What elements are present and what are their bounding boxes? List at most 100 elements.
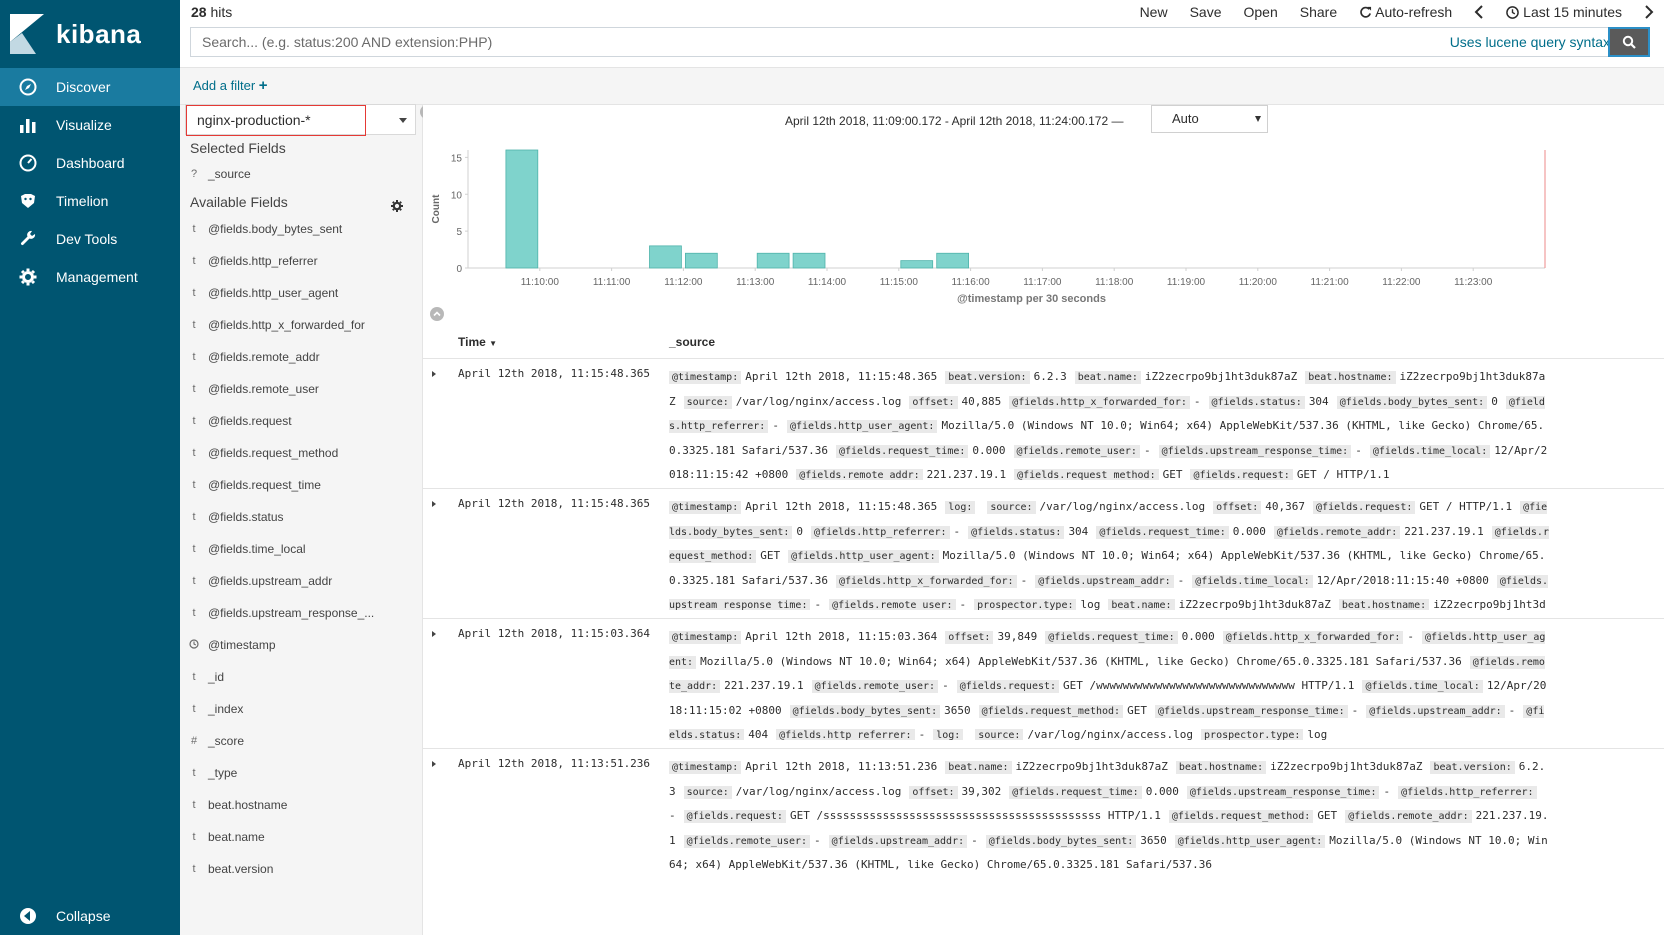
field-item[interactable]: t @fields.request [180,405,420,437]
share-button[interactable]: Share [1300,4,1337,20]
field-item[interactable]: t @fields.upstream_addr [180,565,420,597]
source-field-key: prospector.type: [974,599,1077,610]
source-field-key: @fields.remote_user: [1013,444,1140,458]
field-item[interactable]: t _index [180,693,420,725]
source-field-value: GET [1317,809,1338,822]
expand-row-icon[interactable] [432,501,436,507]
field-item[interactable]: @timestamp [180,629,420,661]
top-nav-menu: New Save Open Share Auto-refresh Last 15… [1118,4,1654,20]
table-row: April 12th 2018, 11:15:48.365 @timestamp:… [423,488,1664,618]
field-item[interactable]: t beat.name [180,821,420,853]
source-field-value: iZ2zecrpo9bj1ht3duk87aZ [1178,598,1331,610]
index-pattern-select[interactable]: nginx-production-* [185,104,416,136]
field-item[interactable]: t @fields.request_method [180,437,420,469]
collapse-chart-button[interactable] [430,307,444,321]
source-field-key: beat.hostname: [1175,761,1267,774]
time-picker-button[interactable]: Last 15 minutes [1506,4,1622,20]
time-column-header[interactable]: Time ▼ [458,335,497,349]
x-tick-label: 11:17:00 [1023,277,1062,288]
source-field-value: GET / HTTP/1.1 [1296,468,1390,480]
source-field-value: Mozilla/5.0 (Windows NT 10.0; Win64; x64… [700,654,1462,668]
field-item[interactable]: t @fields.time_local [180,533,420,565]
nav-item-timelion[interactable]: Timelion [0,182,180,220]
field-name: _type [208,766,238,780]
save-button[interactable]: Save [1190,4,1222,20]
row-source: @timestamp: April 12th 2018, 11:15:48.365… [669,495,1549,610]
source-field-value: - [953,524,961,538]
nav-item-management[interactable]: Management [0,258,180,296]
nav-item-discover[interactable]: Discover [0,68,180,106]
source-field-value: - [1351,703,1359,717]
x-tick-label: 11:14:00 [808,277,847,288]
source-field-value: April 12th 2018, 11:15:03.364 [745,630,938,643]
kibana-logo[interactable]: kibana [0,0,180,68]
source-field-key: @fields.upstream_addr: [1366,704,1505,718]
search-button[interactable] [1608,27,1650,57]
field-item[interactable]: t @fields.remote_user [180,373,420,405]
auto-refresh-button[interactable]: Auto-refresh [1359,4,1452,20]
open-button[interactable]: Open [1244,4,1278,20]
new-button[interactable]: New [1140,4,1168,20]
histogram-bar [936,252,970,269]
source-field-value: - [971,833,978,847]
wrench-icon [18,229,38,249]
field-item[interactable]: t _type [180,757,420,789]
nav-item-visualize[interactable]: Visualize [0,106,180,144]
time-back-button[interactable] [1474,4,1484,20]
field-type-icon: t [192,831,196,843]
source-field-value: GET /sssssssssssssssssssssssssssssssssss… [789,809,1161,822]
expand-row-icon[interactable] [432,371,436,377]
x-tick-label: 11:20:00 [1239,277,1278,288]
row-source: @timestamp: April 12th 2018, 11:13:51.236… [669,755,1549,870]
source-field-key: @fields.request: [683,810,786,823]
expand-row-icon[interactable] [432,631,436,637]
chevron-right-icon [1645,5,1654,19]
field-item[interactable]: t @fields.remote_addr [180,341,420,373]
field-item[interactable]: # _score [180,725,420,757]
source-field-key: @fields.http_x_forwarded_for: [1222,631,1404,644]
expand-row-icon[interactable] [432,761,436,767]
field-item[interactable]: t @fields.upstream_response_... [180,597,420,629]
time-forward-button[interactable] [1644,4,1654,20]
source-field-value: April 12th 2018, 11:15:48.365 [745,370,938,383]
source-field-key: @fields.request_time: [1096,525,1229,539]
histogram-bar [684,252,718,269]
search-input[interactable] [191,28,1450,56]
interval-select[interactable]: Auto [1151,105,1268,133]
field-item[interactable]: t @fields.http_user_agent [180,277,420,309]
source-field-value: GET [1162,468,1183,480]
source-field-key: @fields.http_x_forwarded_for: [835,574,1017,588]
lucene-syntax-link[interactable]: Uses lucene query syntax [1450,34,1621,50]
source-field-key: @fields.http_referrer: [811,525,950,539]
gear-icon [391,200,403,212]
source-field-value: 221.237.19.1 [926,468,1007,480]
nav-item-dashboard[interactable]: Dashboard [0,144,180,182]
field-item[interactable]: t _id [180,661,420,693]
histogram-bar [505,149,539,269]
source-field-value: GET / HTTP/1.1 [1419,500,1513,513]
source-field-key: @fields.request_method: [1014,469,1159,480]
x-tick-label: 11:13:00 [736,277,775,288]
collapse-button[interactable]: Collapse [0,897,180,935]
field-type-icon: t [192,575,196,587]
field-item[interactable]: t @fields.request_time [180,469,420,501]
nav-item-dev-tools[interactable]: Dev Tools [0,220,180,258]
source-field-value: iZ2zecrpo9bj1ht3duk87aZ [1144,370,1298,383]
caret-down-icon [1255,116,1261,122]
source-field-key: @fields.http_user_agent: [788,550,939,563]
field-item[interactable]: t @fields.status [180,501,420,533]
table-row: April 12th 2018, 11:15:03.364 @timestamp:… [423,618,1664,748]
field-item[interactable]: t beat.hostname [180,789,420,821]
field-item[interactable]: t @fields.http_x_forwarded_for [180,309,420,341]
x-tick-label: 11:10:00 [521,277,560,288]
add-filter-button[interactable]: Add a filter + [193,77,268,94]
field-type-icon: t [192,671,196,683]
field-item[interactable]: ? _source [180,158,420,190]
source-field-key: @fields.body_bytes_sent: [1336,395,1488,409]
source-field-value: - [959,598,967,610]
field-item[interactable]: t beat.version [180,853,420,885]
field-type-icon: t [192,703,196,715]
field-item[interactable]: t @fields.http_referrer [180,245,420,277]
field-item[interactable]: t @fields.body_bytes_sent [180,213,420,245]
query-bar: 28 hits New Save Open Share Auto-refresh… [180,0,1664,68]
